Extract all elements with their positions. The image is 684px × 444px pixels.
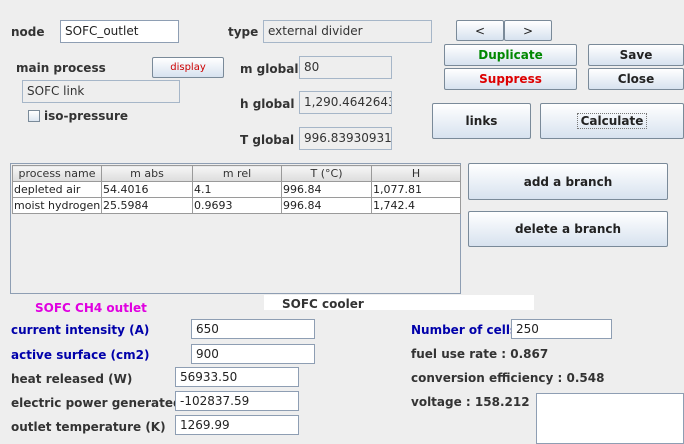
node-label: node <box>11 25 45 39</box>
links-button[interactable]: links <box>432 103 531 139</box>
node-name-field[interactable]: SOFC_outlet <box>60 20 179 43</box>
table-cell[interactable]: 1,742.4 <box>371 197 461 214</box>
number-of-cells-label: Number of cells <box>411 323 518 337</box>
table-cell[interactable]: 4.1 <box>192 181 282 198</box>
heat-released-field[interactable]: 56933.50 <box>175 367 299 387</box>
table-cell[interactable]: 54.4016 <box>101 181 193 198</box>
display-button[interactable]: display <box>152 57 224 78</box>
h-global-label: h global <box>240 97 295 111</box>
table-cell[interactable]: 996.84 <box>281 181 372 198</box>
calculate-button-label: Calculate <box>576 113 648 129</box>
table-cell[interactable]: depleted air <box>12 181 102 198</box>
t-global-label: T global <box>240 133 295 147</box>
column-header[interactable]: process name <box>12 165 102 182</box>
m-global-field: 80 <box>299 56 392 79</box>
main-process-label: main process <box>16 61 106 75</box>
voltage-text: voltage : 158.212 <box>411 395 530 409</box>
electric-power-field[interactable]: -102837.59 <box>175 391 299 411</box>
table-cell[interactable]: 996.84 <box>281 197 372 214</box>
current-intensity-field[interactable]: 650 <box>191 319 315 339</box>
table-cell[interactable]: 25.5984 <box>101 197 193 214</box>
duplicate-button[interactable]: Duplicate <box>444 44 577 66</box>
h-global-field: 1,290.46426439 <box>299 91 392 114</box>
branches-table[interactable]: process name m abs m rel T (°C) H deplet… <box>12 165 461 214</box>
iso-pressure-label: iso-pressure <box>44 109 129 123</box>
current-intensity-label: current intensity (A) <box>11 323 150 337</box>
calculate-button[interactable]: Calculate <box>540 103 684 139</box>
active-surface-label: active surface (cm2) <box>11 348 150 362</box>
active-surface-field[interactable]: 900 <box>191 344 315 364</box>
table-header-row: process name m abs m rel T (°C) H <box>12 165 461 182</box>
previous-button[interactable]: < <box>456 20 504 41</box>
t-global-field: 996.83930931 <box>299 127 392 150</box>
suppress-button[interactable]: Suppress <box>444 68 577 90</box>
column-header[interactable]: T (°C) <box>281 165 372 182</box>
m-global-label: m global <box>240 62 299 76</box>
electric-power-label: electric power generated <box>11 396 182 410</box>
table-row[interactable]: depleted air 54.4016 4.1 996.84 1,077.81 <box>12 181 461 198</box>
table-cell[interactable]: 0.9693 <box>192 197 282 214</box>
column-header[interactable]: m rel <box>192 165 282 182</box>
table-cell[interactable]: 1,077.81 <box>371 181 461 198</box>
type-label: type <box>228 25 259 39</box>
section-left-title: SOFC CH4 outlet <box>35 301 147 315</box>
outlet-temperature-field[interactable]: 1269.99 <box>175 415 299 435</box>
table-row[interactable]: moist hydrogen 25.5984 0.9693 996.84 1,7… <box>12 197 461 214</box>
number-of-cells-field[interactable]: 250 <box>511 319 612 339</box>
add-branch-button[interactable]: add a branch <box>468 163 668 200</box>
notes-area[interactable] <box>536 393 684 444</box>
fuel-use-rate-text: fuel use rate : 0.867 <box>411 347 549 361</box>
main-process-field: SOFC link <box>22 80 180 103</box>
table-cell[interactable]: moist hydrogen <box>12 197 102 214</box>
save-button[interactable]: Save <box>588 44 684 66</box>
conversion-efficiency-text: conversion efficiency : 0.548 <box>411 371 605 385</box>
iso-pressure-checkbox[interactable] <box>28 110 40 122</box>
section-center-title: SOFC cooler <box>282 297 364 311</box>
heat-released-label: heat released (W) <box>11 372 133 386</box>
next-button[interactable]: > <box>504 20 552 41</box>
outlet-temperature-label: outlet temperature (K) <box>11 420 166 434</box>
column-header[interactable]: m abs <box>101 165 193 182</box>
column-header[interactable]: H <box>371 165 461 182</box>
delete-branch-button[interactable]: delete a branch <box>468 211 668 247</box>
close-button[interactable]: Close <box>588 68 684 90</box>
type-field: external divider <box>263 20 432 43</box>
